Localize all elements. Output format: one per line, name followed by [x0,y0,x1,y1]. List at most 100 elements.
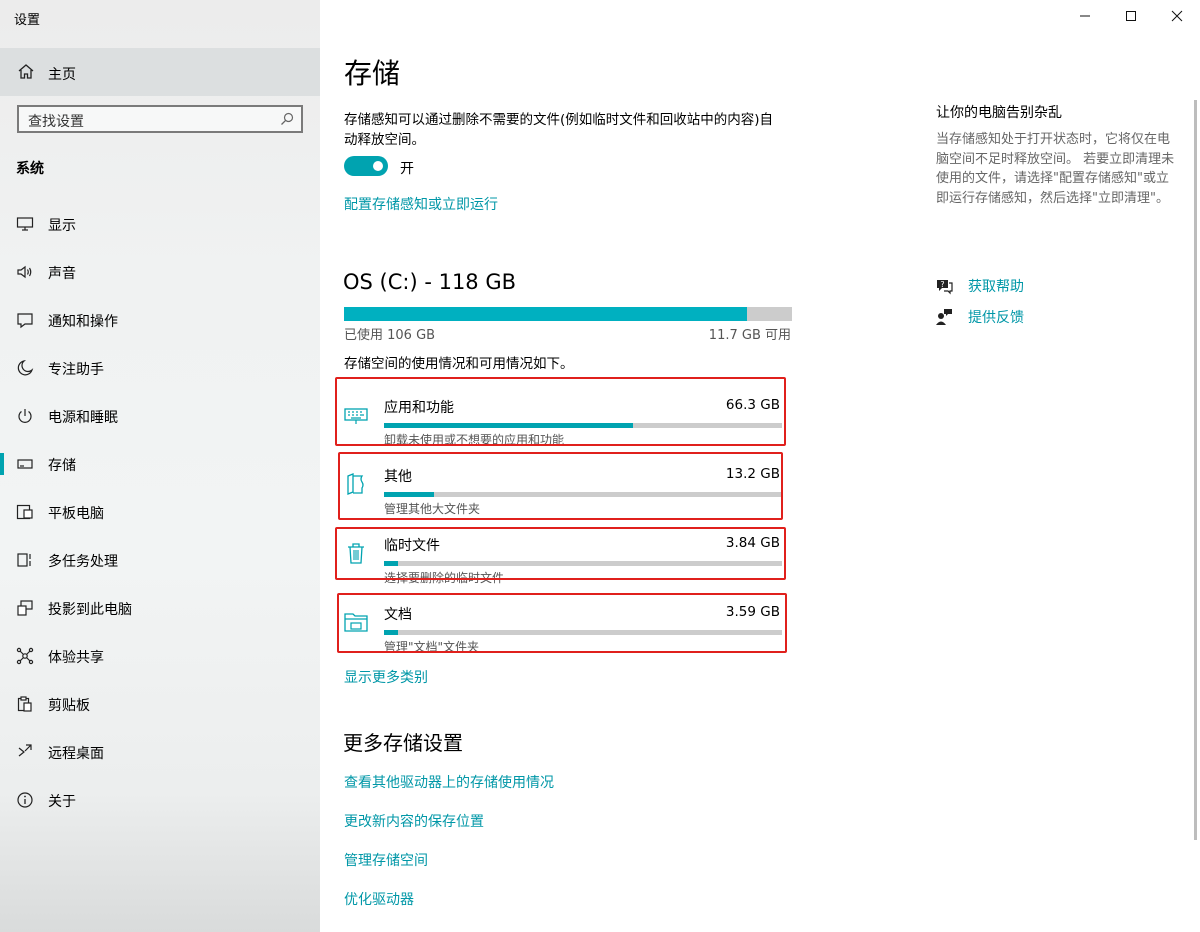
category-bar [384,630,782,635]
search-icon[interactable] [279,111,295,127]
sidebar: 设置 主页 查找设置 系统 显示 声音 通知和操作 专注助手 电源和睡眠 存储 [0,0,320,932]
maximize-button[interactable] [1108,0,1154,32]
configure-storage-sense-link[interactable]: 配置存储感知或立即运行 [344,194,498,214]
category-size: 3.84 GB [725,535,780,551]
notification-icon [17,313,33,329]
share-icon [16,647,34,665]
sidebar-item-label: 声音 [48,266,76,282]
sidebar-item-label: 体验共享 [48,650,104,666]
other-drives-usage-link[interactable]: 查看其他驱动器上的存储使用情况 [344,772,554,792]
sidebar-item-storage[interactable]: 存储 [0,440,320,488]
storage-sense-toggle[interactable] [344,156,388,176]
aside-description: 当存储感知处于打开状态时，它将仅在电脑空间不足时释放空间。 若要立即清理未使用的… [936,132,1175,206]
speaker-icon [17,265,32,279]
sidebar-item-focus-assist[interactable]: 专注助手 [0,344,320,392]
page-title: 存储 [344,57,401,90]
sidebar-item-power[interactable]: 电源和睡眠 [0,392,320,440]
sidebar-item-label: 平板电脑 [48,506,104,522]
category-bar-fill [384,630,398,635]
folder-icon [344,613,368,632]
manage-storage-spaces-link[interactable]: 管理存储空间 [344,850,428,870]
give-feedback-label: 提供反馈 [968,310,1024,326]
multitask-icon [17,553,31,567]
tablet-icon [16,504,33,520]
minimize-button[interactable] [1062,0,1108,32]
sidebar-item-label: 剪贴板 [48,698,90,714]
category-subtitle: 管理"文档"文件夹 [384,640,480,654]
document-folder-icon [347,473,364,495]
scrollbar[interactable] [1194,100,1197,840]
minimize-icon [1080,15,1090,17]
storage-icon [17,459,33,469]
sidebar-item-label: 主页 [48,67,76,83]
category-bar-fill [384,423,633,428]
category-bar-fill [384,561,399,566]
drive-usage-fill [344,307,748,321]
category-bar-fill [384,492,434,497]
drive-used-label: 已使用 106 GB [344,328,436,343]
sidebar-item-label: 专注助手 [48,362,104,378]
category-name: 应用和功能 [384,400,454,416]
aside-title: 让你的电脑告别杂乱 [936,105,1062,121]
trash-icon [348,543,364,564]
sidebar-item-tablet[interactable]: 平板电脑 [0,488,320,536]
app-title: 设置 [14,13,41,28]
sidebar-item-home[interactable]: 主页 [0,48,320,96]
sidebar-item-label: 存储 [48,458,76,474]
help-chat-icon: ? [937,280,953,295]
category-bar [384,423,782,428]
sidebar-item-sound[interactable]: 声音 [0,248,320,296]
power-icon [18,409,32,423]
search-placeholder: 查找设置 [28,114,84,130]
sidebar-item-about[interactable]: 关于 [0,776,320,824]
remote-icon [18,744,32,757]
category-size: 66.3 GB [725,397,780,413]
sidebar-item-label: 投影到此电脑 [48,602,132,618]
category-subtitle: 管理其他大文件夹 [384,502,481,516]
sidebar-item-project[interactable]: 投影到此电脑 [0,584,320,632]
category-subtitle: 选择要删除的临时文件 [384,571,505,585]
show-more-categories-link[interactable]: 显示更多类别 [344,667,428,687]
sidebar-item-label: 显示 [48,218,76,234]
category-bar [384,492,782,497]
sidebar-item-display[interactable]: 显示 [0,200,320,248]
feedback-icon [936,309,952,325]
category-temp-files[interactable]: 临时文件 3.84 GB 选择要删除的临时文件 [344,521,784,585]
toggle-knob [373,161,383,171]
storage-sense-description: 存储感知可以通过删除不需要的文件(例如临时文件和回收站中的内容)自动释放空间。 [344,112,774,148]
moon-icon [17,359,34,376]
category-other[interactable]: 其他 13.2 GB 管理其他大文件夹 [344,452,784,516]
category-apps[interactable]: 应用和功能 66.3 GB 卸载未使用或不想要的应用和功能 [344,383,784,447]
optimize-drives-link[interactable]: 优化驱动器 [344,889,414,909]
sidebar-item-label: 多任务处理 [48,554,118,570]
sidebar-item-clipboard[interactable]: 剪贴板 [0,680,320,728]
sidebar-item-label: 关于 [48,794,76,810]
maximize-icon [1126,11,1136,21]
sidebar-item-remote-desktop[interactable]: 远程桌面 [0,728,320,776]
sidebar-item-notifications[interactable]: 通知和操作 [0,296,320,344]
category-name: 文档 [384,607,412,623]
category-subtitle: 卸载未使用或不想要的应用和功能 [384,433,565,447]
section-header: 系统 [16,161,44,177]
category-bar [384,561,782,566]
sidebar-item-label: 远程桌面 [48,746,104,762]
monitor-icon [16,217,34,231]
drive-title: OS (C:) - 118 GB [343,270,517,294]
usage-description: 存储空间的使用情况和可用情况如下。 [344,356,574,372]
category-name: 其他 [384,469,412,485]
sidebar-item-label: 电源和睡眠 [48,410,118,426]
category-size: 3.59 GB [725,604,780,620]
clipboard-icon [17,696,32,712]
category-documents[interactable]: 文档 3.59 GB 管理"文档"文件夹 [344,590,784,654]
change-save-location-link[interactable]: 更改新内容的保存位置 [344,811,484,831]
sidebar-item-shared-experience[interactable]: 体验共享 [0,632,320,680]
info-icon [17,792,33,808]
more-storage-settings-header: 更多存储设置 [343,731,463,755]
get-help-label: 获取帮助 [968,279,1024,295]
close-button[interactable] [1154,0,1200,32]
category-size: 13.2 GB [725,466,780,482]
drive-usage-bar [344,307,792,321]
sidebar-item-multitasking[interactable]: 多任务处理 [0,536,320,584]
search-input[interactable]: 查找设置 [17,105,303,133]
project-icon [17,600,33,616]
